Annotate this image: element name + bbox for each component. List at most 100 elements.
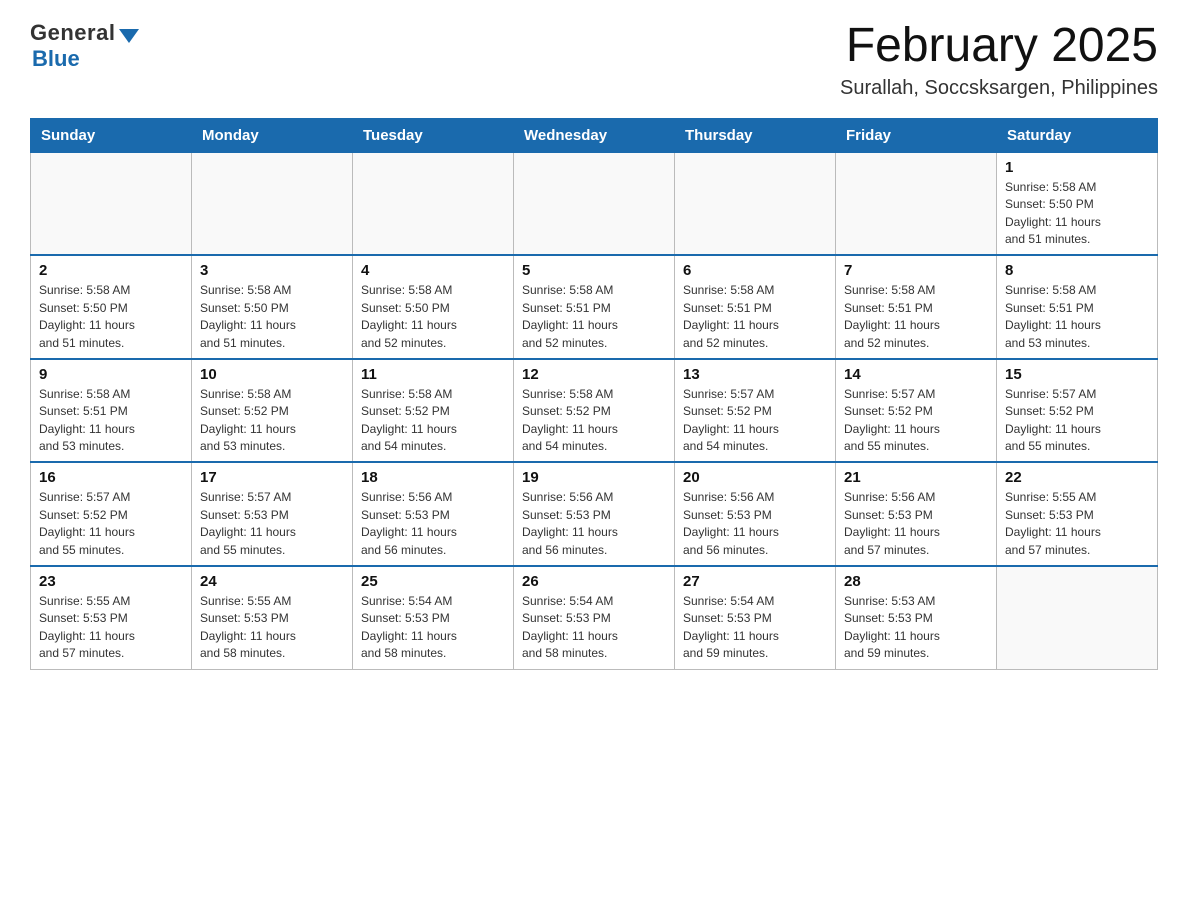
day-number: 28 (844, 573, 988, 590)
calendar-cell: 27Sunrise: 5:54 AM Sunset: 5:53 PM Dayli… (675, 566, 836, 669)
day-info: Sunrise: 5:58 AM Sunset: 5:51 PM Dayligh… (844, 282, 988, 352)
calendar-cell: 21 Sunrise: 5:56 AM Sunset: 5:53 PM Dayli… (836, 462, 997, 566)
calendar-cell: 13 Sunrise: 5:57 AM Sunset: 5:52 PM Dayli… (675, 359, 836, 463)
day-number: 10 (200, 366, 344, 383)
calendar-cell (31, 152, 192, 255)
day-info: Sunrise: 5:54 AM Sunset: 5:53 PM Dayligh… (361, 593, 505, 663)
day-number: 23 (39, 573, 183, 590)
day-info: Sunrise: 5:56 AM Sunset: 5:53 PM Dayligh… (361, 489, 505, 559)
calendar-header-row: SundayMondayTuesdayWednesdayThursdayFrid… (31, 118, 1158, 152)
day-info: Sunrise: 5:58 AM Sunset: 5:52 PM Dayligh… (200, 386, 344, 456)
calendar-table: SundayMondayTuesdayWednesdayThursdayFrid… (30, 118, 1158, 670)
calendar-cell: 17Sunrise: 5:57 AM Sunset: 5:53 PM Dayli… (192, 462, 353, 566)
calendar-cell: 3 Sunrise: 5:58 AM Sunset: 5:50 PM Daylig… (192, 255, 353, 359)
day-info: Sunrise: 5:57 AM Sunset: 5:52 PM Dayligh… (844, 386, 988, 456)
day-number: 16 (39, 469, 183, 486)
calendar-header-thursday: Thursday (675, 118, 836, 152)
day-info: Sunrise: 5:54 AM Sunset: 5:53 PM Dayligh… (683, 593, 827, 663)
calendar-cell: 24 Sunrise: 5:55 AM Sunset: 5:53 PM Dayli… (192, 566, 353, 669)
day-info: Sunrise: 5:58 AM Sunset: 5:51 PM Dayligh… (522, 282, 666, 352)
day-number: 5 (522, 262, 666, 279)
calendar-cell: 4Sunrise: 5:58 AM Sunset: 5:50 PM Daylig… (353, 255, 514, 359)
logo-blue-text: Blue (32, 46, 80, 72)
day-number: 15 (1005, 366, 1149, 383)
day-info: Sunrise: 5:56 AM Sunset: 5:53 PM Dayligh… (522, 489, 666, 559)
location: Surallah, Soccsksargen, Philippines (840, 77, 1158, 100)
day-number: 12 (522, 366, 666, 383)
calendar-header-tuesday: Tuesday (353, 118, 514, 152)
calendar-header-wednesday: Wednesday (514, 118, 675, 152)
calendar-cell: 15 Sunrise: 5:57 AM Sunset: 5:52 PM Dayli… (997, 359, 1158, 463)
day-number: 25 (361, 573, 505, 590)
day-number: 6 (683, 262, 827, 279)
calendar-cell: 28Sunrise: 5:53 AM Sunset: 5:53 PM Dayli… (836, 566, 997, 669)
calendar-cell: 8 Sunrise: 5:58 AM Sunset: 5:51 PM Daylig… (997, 255, 1158, 359)
day-number: 7 (844, 262, 988, 279)
day-info: Sunrise: 5:56 AM Sunset: 5:53 PM Dayligh… (683, 489, 827, 559)
calendar-cell: 7 Sunrise: 5:58 AM Sunset: 5:51 PM Daylig… (836, 255, 997, 359)
day-info: Sunrise: 5:57 AM Sunset: 5:52 PM Dayligh… (1005, 386, 1149, 456)
logo-general-text: General (30, 20, 115, 46)
day-info: Sunrise: 5:54 AM Sunset: 5:53 PM Dayligh… (522, 593, 666, 663)
calendar-week-row: 16 Sunrise: 5:57 AM Sunset: 5:52 PM Dayli… (31, 462, 1158, 566)
title-section: February 2025 Surallah, Soccsksargen, Ph… (840, 20, 1158, 100)
calendar-week-row: 9 Sunrise: 5:58 AM Sunset: 5:51 PM Daylig… (31, 359, 1158, 463)
day-number: 14 (844, 366, 988, 383)
calendar-cell (836, 152, 997, 255)
calendar-cell: 14 Sunrise: 5:57 AM Sunset: 5:52 PM Dayli… (836, 359, 997, 463)
day-info: Sunrise: 5:58 AM Sunset: 5:50 PM Dayligh… (39, 282, 183, 352)
day-number: 22 (1005, 469, 1149, 486)
day-info: Sunrise: 5:55 AM Sunset: 5:53 PM Dayligh… (200, 593, 344, 663)
day-number: 2 (39, 262, 183, 279)
day-info: Sunrise: 5:58 AM Sunset: 5:51 PM Dayligh… (1005, 282, 1149, 352)
day-number: 4 (361, 262, 505, 279)
calendar-cell: 20 Sunrise: 5:56 AM Sunset: 5:53 PM Dayli… (675, 462, 836, 566)
day-number: 18 (361, 469, 505, 486)
calendar-header-sunday: Sunday (31, 118, 192, 152)
calendar-cell: 10 Sunrise: 5:58 AM Sunset: 5:52 PM Dayli… (192, 359, 353, 463)
calendar-header-monday: Monday (192, 118, 353, 152)
calendar-cell: 22 Sunrise: 5:55 AM Sunset: 5:53 PM Dayli… (997, 462, 1158, 566)
day-info: Sunrise: 5:58 AM Sunset: 5:50 PM Dayligh… (1005, 179, 1149, 249)
day-number: 1 (1005, 159, 1149, 176)
calendar-cell: 9 Sunrise: 5:58 AM Sunset: 5:51 PM Daylig… (31, 359, 192, 463)
calendar-week-row: 23 Sunrise: 5:55 AM Sunset: 5:53 PM Dayli… (31, 566, 1158, 669)
calendar-cell: 2 Sunrise: 5:58 AM Sunset: 5:50 PM Daylig… (31, 255, 192, 359)
calendar-cell (675, 152, 836, 255)
day-info: Sunrise: 5:56 AM Sunset: 5:53 PM Dayligh… (844, 489, 988, 559)
day-info: Sunrise: 5:57 AM Sunset: 5:52 PM Dayligh… (39, 489, 183, 559)
calendar-cell: 19 Sunrise: 5:56 AM Sunset: 5:53 PM Dayli… (514, 462, 675, 566)
day-info: Sunrise: 5:55 AM Sunset: 5:53 PM Dayligh… (39, 593, 183, 663)
page-header: General Blue February 2025 Surallah, Soc… (30, 20, 1158, 100)
day-number: 9 (39, 366, 183, 383)
day-info: Sunrise: 5:57 AM Sunset: 5:52 PM Dayligh… (683, 386, 827, 456)
calendar-cell: 23 Sunrise: 5:55 AM Sunset: 5:53 PM Dayli… (31, 566, 192, 669)
calendar-cell (997, 566, 1158, 669)
calendar-cell (514, 152, 675, 255)
logo: General Blue (30, 20, 139, 72)
day-info: Sunrise: 5:55 AM Sunset: 5:53 PM Dayligh… (1005, 489, 1149, 559)
calendar-cell: 16 Sunrise: 5:57 AM Sunset: 5:52 PM Dayli… (31, 462, 192, 566)
day-number: 19 (522, 469, 666, 486)
calendar-cell: 6Sunrise: 5:58 AM Sunset: 5:51 PM Daylig… (675, 255, 836, 359)
day-info: Sunrise: 5:58 AM Sunset: 5:51 PM Dayligh… (39, 386, 183, 456)
day-number: 26 (522, 573, 666, 590)
logo-arrow-icon (119, 29, 139, 43)
day-info: Sunrise: 5:58 AM Sunset: 5:52 PM Dayligh… (522, 386, 666, 456)
day-number: 11 (361, 366, 505, 383)
day-number: 20 (683, 469, 827, 486)
day-number: 21 (844, 469, 988, 486)
calendar-header-friday: Friday (836, 118, 997, 152)
calendar-cell: 1 Sunrise: 5:58 AM Sunset: 5:50 PM Daylig… (997, 152, 1158, 255)
day-number: 8 (1005, 262, 1149, 279)
calendar-week-row: 2 Sunrise: 5:58 AM Sunset: 5:50 PM Daylig… (31, 255, 1158, 359)
calendar-cell (353, 152, 514, 255)
day-info: Sunrise: 5:58 AM Sunset: 5:52 PM Dayligh… (361, 386, 505, 456)
day-number: 3 (200, 262, 344, 279)
day-info: Sunrise: 5:58 AM Sunset: 5:50 PM Dayligh… (200, 282, 344, 352)
calendar-cell: 11 Sunrise: 5:58 AM Sunset: 5:52 PM Dayli… (353, 359, 514, 463)
month-title: February 2025 (840, 20, 1158, 73)
calendar-cell: 5 Sunrise: 5:58 AM Sunset: 5:51 PM Daylig… (514, 255, 675, 359)
day-number: 24 (200, 573, 344, 590)
day-number: 13 (683, 366, 827, 383)
